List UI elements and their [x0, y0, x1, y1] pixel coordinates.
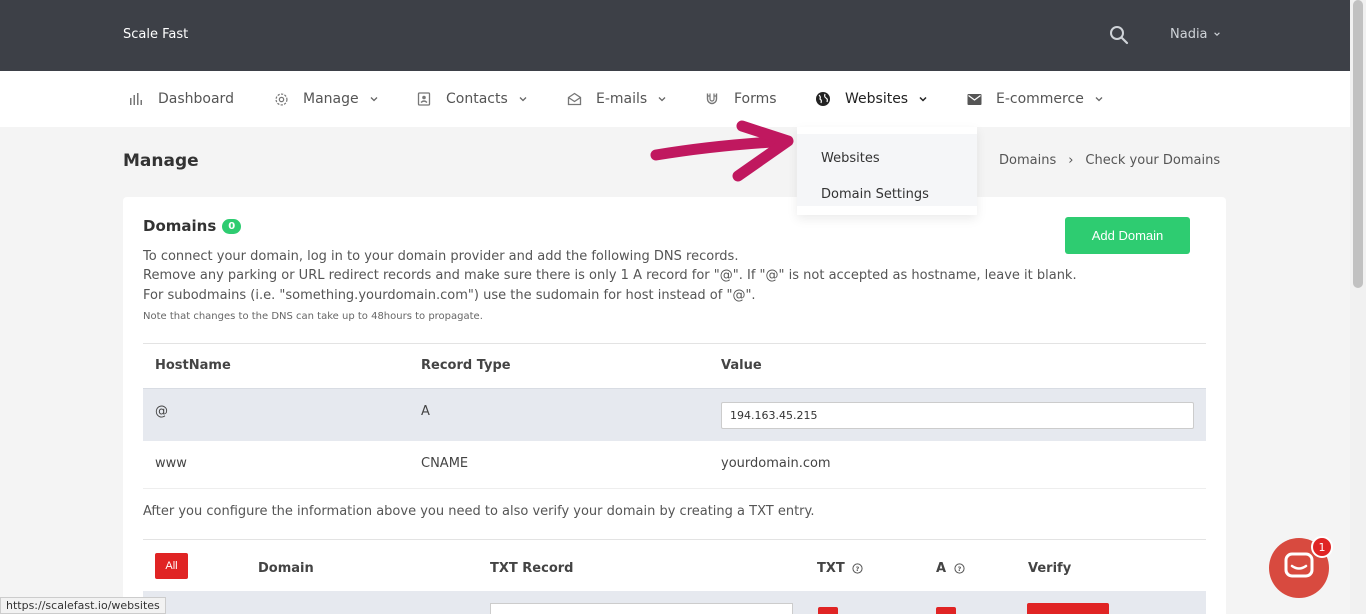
chevron-down-icon [1213, 27, 1221, 42]
chat-notification-badge: 1 [1311, 536, 1333, 558]
a-column-header: A ? [936, 561, 965, 576]
nav-label: Websites [845, 91, 909, 107]
a-status-badge [936, 607, 956, 614]
hostname-cell: @ [155, 404, 168, 419]
chat-bubble-icon [1284, 552, 1314, 584]
nav-dashboard[interactable]: Dashboard [128, 71, 234, 127]
domains-card: Domains 0 Add Domain To connect your dom… [123, 197, 1226, 614]
card-title: Domains 0 [143, 217, 242, 235]
scrollbar-thumb[interactable] [1353, 0, 1363, 288]
instruction-text: For subodmains (i.e. "something.yourdoma… [143, 288, 756, 303]
envelope-icon [966, 91, 982, 107]
txt-status-badge [818, 607, 838, 614]
txt-record-field[interactable] [490, 603, 793, 614]
column-header: Domain [258, 561, 314, 576]
nav-label: Contacts [446, 91, 508, 107]
chevron-down-icon [918, 94, 928, 104]
status-bar-url: https://scalefast.io/websites [0, 597, 166, 614]
card-title-text: Domains [143, 217, 217, 235]
dropdown-item-domain-settings[interactable]: Domain Settings [821, 187, 929, 202]
record-type-cell: CNAME [421, 456, 469, 471]
chevron-down-icon [657, 94, 667, 104]
contact-card-icon [416, 91, 432, 107]
instruction-text: To connect your domain, log in to your d… [143, 249, 739, 264]
nav-label: Dashboard [158, 91, 234, 107]
record-type-cell: A [421, 404, 430, 419]
nav-label: E-commerce [996, 91, 1084, 107]
breadcrumb: Domains › Check your Domains [999, 153, 1220, 168]
value-field[interactable]: 194.163.45.215 [721, 402, 1194, 429]
search-icon[interactable] [1109, 25, 1129, 45]
all-filter-button[interactable]: All [155, 553, 188, 579]
propagation-note: Note that changes to the DNS can take up… [143, 311, 483, 322]
help-circle-icon[interactable]: ? [954, 563, 965, 574]
svg-text:?: ? [957, 565, 961, 573]
domain-count-badge: 0 [222, 218, 242, 234]
txt-table-header: All Domain TXT Record TXT ? A ? Verify [143, 539, 1206, 593]
page-scrollbar[interactable] [1350, 0, 1366, 614]
verify-button[interactable] [1027, 603, 1109, 614]
breadcrumb-domains[interactable]: Domains [999, 153, 1056, 168]
column-header-label: A [936, 561, 947, 576]
page-title: Manage [123, 151, 199, 171]
magnet-icon [704, 91, 720, 107]
txt-column-header: TXT ? [817, 561, 863, 576]
column-header: TXT Record [490, 561, 574, 576]
hostname-cell: www [155, 456, 187, 471]
user-name: Nadia [1170, 27, 1208, 42]
websites-dropdown: Websites Domain Settings [797, 127, 977, 215]
user-menu[interactable]: Nadia [1170, 27, 1221, 42]
column-header: Record Type [421, 358, 511, 373]
dropdown-list: Websites Domain Settings [797, 134, 977, 206]
help-circle-icon[interactable]: ? [852, 563, 863, 574]
value-cell: yourdomain.com [721, 456, 831, 471]
table-row [143, 591, 1206, 614]
brand-name[interactable]: Scale Fast [123, 27, 188, 42]
column-header: HostName [155, 358, 231, 373]
add-domain-button[interactable]: Add Domain [1065, 217, 1190, 254]
breadcrumb-separator-icon: › [1068, 153, 1074, 168]
instruction-text: Remove any parking or URL redirect recor… [143, 268, 1077, 283]
svg-text:?: ? [856, 565, 860, 573]
dropdown-item-websites[interactable]: Websites [821, 151, 880, 166]
nav-label: E-mails [596, 91, 648, 107]
breadcrumb-current: Check your Domains [1085, 153, 1221, 168]
column-header: Value [721, 358, 762, 373]
envelope-open-icon [566, 91, 582, 107]
chevron-down-icon [518, 94, 528, 104]
column-header: Verify [1028, 561, 1072, 576]
nav-contacts[interactable]: Contacts [416, 71, 528, 127]
nav-websites[interactable]: Websites [815, 71, 928, 127]
bar-chart-icon [128, 91, 144, 107]
nav-label: Forms [734, 91, 777, 107]
verify-instruction-text: After you configure the information abov… [143, 504, 815, 519]
column-header-label: TXT [817, 561, 845, 576]
nav-ecommerce[interactable]: E-commerce [966, 71, 1104, 127]
nav-manage[interactable]: Manage [273, 71, 379, 127]
annotation-arrow-icon [650, 120, 794, 182]
globe-icon [815, 91, 831, 107]
chevron-down-icon [369, 94, 379, 104]
table-row: www CNAME yourdomain.com [143, 441, 1206, 489]
chevron-down-icon [1094, 94, 1104, 104]
gear-icon [273, 91, 289, 107]
table-row: @ A 194.163.45.215 [143, 389, 1206, 441]
table-header-row: HostName Record Type Value [143, 343, 1206, 389]
top-bar: Scale Fast Nadia [0, 0, 1350, 71]
nav-label: Manage [303, 91, 359, 107]
